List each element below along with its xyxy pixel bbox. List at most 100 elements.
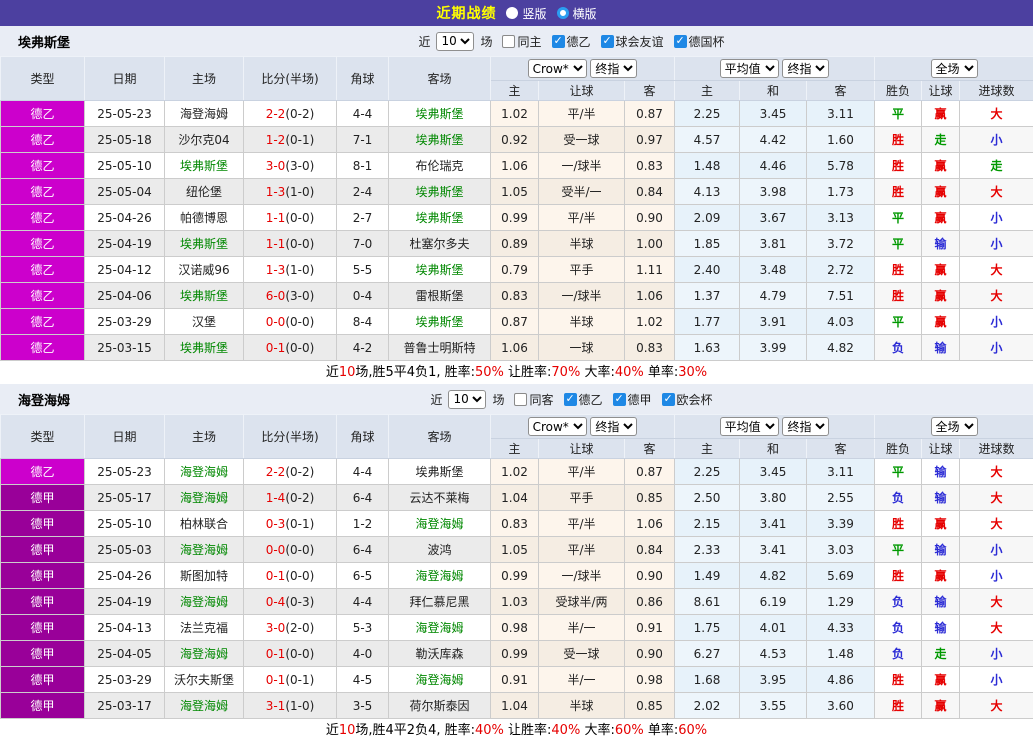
average-stage-select[interactable]: 终指 [782, 59, 829, 78]
home-team: 海登海姆 [165, 485, 244, 511]
col-corner: 角球 [337, 57, 389, 101]
crow-handicap: 平手 [539, 257, 625, 283]
corner-score: 6-4 [337, 485, 389, 511]
league-badge: 德甲 [1, 615, 85, 641]
crow-home-odds: 0.92 [491, 127, 539, 153]
result-winlose: 平 [875, 101, 922, 127]
avg-away-odds: 4.33 [807, 615, 875, 641]
match-date: 25-04-12 [85, 257, 165, 283]
league-badge: 德乙 [1, 283, 85, 309]
away-team: 拜仁慕尼黑 [389, 589, 491, 615]
col-home: 主场 [165, 57, 244, 101]
radio-icon[interactable] [557, 7, 569, 19]
match-date: 25-05-10 [85, 511, 165, 537]
avg-away-odds: 3.11 [807, 101, 875, 127]
avg-home-odds: 1.77 [675, 309, 740, 335]
col-away: 客场 [389, 415, 491, 459]
match-row: 德乙25-05-18沙尔克041-2(0-1)7-1埃弗斯堡0.92受一球0.9… [1, 127, 1033, 153]
avg-away-odds: 5.69 [807, 563, 875, 589]
fulltime-score: 0-0 [266, 543, 286, 557]
layout-vertical-option[interactable]: 竖版 [506, 5, 546, 22]
filter-conference-league[interactable]: 欧会杯 [662, 391, 713, 408]
bookmaker-select[interactable]: Crow* [528, 417, 587, 436]
checkbox-icon[interactable] [552, 35, 565, 48]
avg-away-odds: 4.82 [807, 335, 875, 361]
result-goals: 小 [960, 641, 1033, 667]
match-row: 德乙25-05-10埃弗斯堡3-0(3-0)8-1布伦瑞克1.06一/球半0.8… [1, 153, 1033, 179]
filter-same-away[interactable]: 同客 [514, 391, 553, 408]
score-cell: 1-1(0-0) [244, 231, 337, 257]
filter-league-2bundesliga[interactable]: 德乙 [564, 391, 603, 408]
result-handicap: 输 [922, 537, 960, 563]
home-team: 埃弗斯堡 [165, 335, 244, 361]
avg-draw-odds: 3.99 [740, 335, 807, 361]
radio-icon[interactable] [506, 7, 518, 19]
filter-controls: 近 10 场 同客 德乙 德甲 欧会杯 [430, 390, 712, 409]
match-count-select[interactable]: 10 [436, 32, 474, 51]
average-select[interactable]: 平均值 [720, 417, 779, 436]
score-cell: 0-1(0-1) [244, 667, 337, 693]
match-row: 德甲25-04-05海登海姆0-1(0-0)4-0勒沃库森0.99受一球0.90… [1, 641, 1033, 667]
col-score: 比分(半场) [244, 57, 337, 101]
odds-stage-select[interactable]: 终指 [590, 59, 637, 78]
halftime-score: (1-0) [285, 263, 314, 277]
avg-home-odds: 1.37 [675, 283, 740, 309]
score-cell: 0-1(0-0) [244, 641, 337, 667]
halftime-score: (0-1) [285, 133, 314, 147]
filter-german-cup[interactable]: 德国杯 [674, 33, 725, 50]
away-team: 埃弗斯堡 [389, 101, 491, 127]
checkbox-icon[interactable] [662, 393, 675, 406]
match-row: 德甲25-04-13法兰克福3-0(2-0)5-3海登海姆0.98半/一0.91… [1, 615, 1033, 641]
away-team: 普鲁士明斯特 [389, 335, 491, 361]
avg-draw-odds: 4.46 [740, 153, 807, 179]
filter-club-friendly[interactable]: 球会友谊 [601, 33, 664, 50]
summary-segment: 10 [339, 365, 356, 380]
score-cell: 0-1(0-0) [244, 335, 337, 361]
bookmaker-select[interactable]: Crow* [528, 59, 587, 78]
average-stage-select[interactable]: 终指 [782, 417, 829, 436]
crow-home-odds: 0.99 [491, 205, 539, 231]
checkbox-icon[interactable] [613, 393, 626, 406]
league-badge: 德甲 [1, 641, 85, 667]
crow-home-odds: 0.91 [491, 667, 539, 693]
avg-draw-odds: 3.80 [740, 485, 807, 511]
result-goals: 小 [960, 127, 1033, 153]
fulltime-select[interactable]: 全场 [931, 59, 978, 78]
average-select[interactable]: 平均值 [720, 59, 779, 78]
halftime-score: (0-0) [285, 315, 314, 329]
match-date: 25-03-29 [85, 667, 165, 693]
home-team: 帕德博恩 [165, 205, 244, 231]
crow-away-odds: 0.98 [625, 667, 675, 693]
checkbox-icon[interactable] [674, 35, 687, 48]
match-count-select[interactable]: 10 [448, 390, 486, 409]
crow-away-odds: 0.97 [625, 127, 675, 153]
checkbox-icon[interactable] [564, 393, 577, 406]
match-row: 德乙25-05-04纽伦堡1-3(1-0)2-4埃弗斯堡1.05受半/一0.84… [1, 179, 1033, 205]
halftime-score: (1-0) [285, 699, 314, 713]
away-team: 波鸿 [389, 537, 491, 563]
odds-group-header: Crow* 终指 [491, 57, 675, 81]
checkbox-icon[interactable] [601, 35, 614, 48]
checkbox-icon[interactable] [502, 35, 515, 48]
layout-horizontal-option[interactable]: 横版 [557, 5, 597, 22]
avg-home-odds: 2.25 [675, 101, 740, 127]
crow-away-odds: 0.84 [625, 537, 675, 563]
away-team: 布伦瑞克 [389, 153, 491, 179]
crow-home-odds: 1.06 [491, 153, 539, 179]
filter-same-home[interactable]: 同主 [502, 33, 541, 50]
odds-stage-select[interactable]: 终指 [590, 417, 637, 436]
filter-league-bundesliga[interactable]: 德甲 [613, 391, 652, 408]
result-handicap: 赢 [922, 563, 960, 589]
summary-segment: 单率: [644, 365, 679, 380]
match-date: 25-04-19 [85, 231, 165, 257]
filter-label: 德甲 [628, 391, 652, 408]
match-date: 25-05-03 [85, 537, 165, 563]
league-badge: 德甲 [1, 693, 85, 719]
crow-handicap: 一/球半 [539, 563, 625, 589]
checkbox-icon[interactable] [514, 393, 527, 406]
fulltime-select[interactable]: 全场 [931, 417, 978, 436]
match-row: 德甲25-03-29沃尔夫斯堡0-1(0-1)4-5海登海姆0.91半/一0.9… [1, 667, 1033, 693]
filter-league-2bundesliga[interactable]: 德乙 [552, 33, 591, 50]
away-team: 海登海姆 [389, 615, 491, 641]
corner-score: 0-4 [337, 283, 389, 309]
